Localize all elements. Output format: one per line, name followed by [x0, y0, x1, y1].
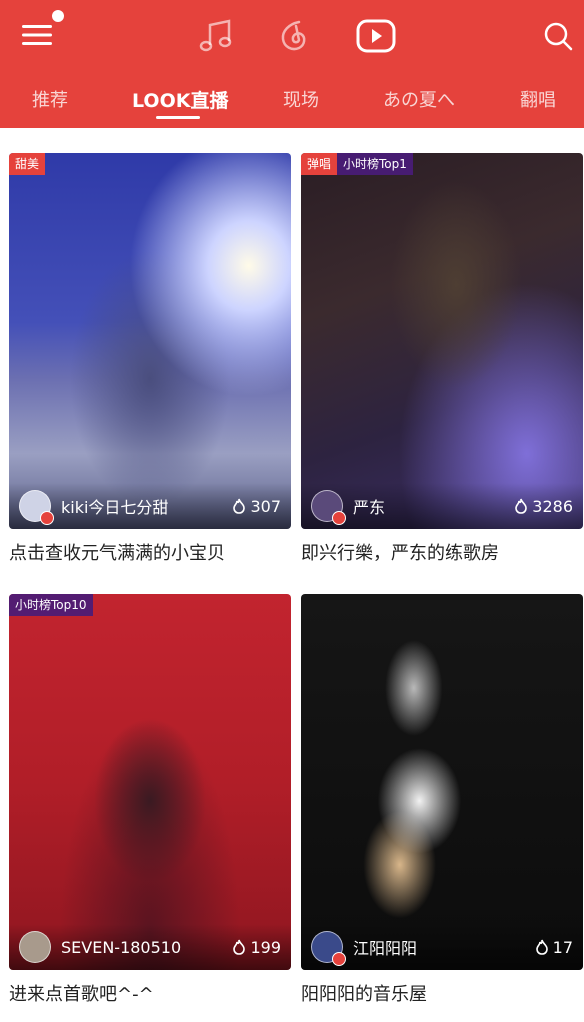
heat-count: 199 [232, 938, 281, 957]
heat-value: 17 [552, 937, 573, 957]
live-room-card[interactable]: 江阳阳阳 17 阳阳阳的音乐屋 [301, 594, 583, 1006]
anchor-name[interactable]: 严东 [353, 494, 514, 518]
notification-dot [52, 10, 64, 22]
top-bar: 推荐 LOOK直播 现场 あの夏へ 翻唱 [0, 0, 584, 128]
search-icon [544, 22, 573, 51]
tab-cover[interactable]: 翻唱 [520, 86, 556, 112]
rank-tag: 小时榜Top1 [337, 153, 413, 175]
live-cover-image[interactable]: 小时榜Top10 SEVEN-180510 199 [9, 594, 291, 970]
category-tag: 弹唱 [301, 153, 338, 175]
music-tab-button[interactable] [194, 14, 238, 58]
video-play-icon [356, 19, 396, 53]
avatar[interactable] [311, 490, 346, 525]
category-tabs: 推荐 LOOK直播 现场 あの夏へ 翻唱 [0, 78, 584, 128]
search-button[interactable] [536, 14, 580, 58]
anchor-name[interactable]: SEVEN-180510 [61, 938, 232, 957]
heat-count: 3286 [514, 497, 573, 516]
card-caption[interactable]: 点击查收元气满满的小宝贝 [9, 539, 291, 565]
tag-row: 弹唱 小时榜Top1 [301, 153, 413, 175]
tab-summer[interactable]: あの夏へ [383, 86, 455, 112]
heat-value: 307 [250, 496, 281, 516]
flame-icon [515, 498, 528, 514]
heat-value: 3286 [532, 496, 573, 516]
anchor-name[interactable]: 江阳阳阳 [353, 935, 535, 959]
music-note-icon [199, 19, 232, 52]
tab-recommend[interactable]: 推荐 [32, 86, 68, 112]
heat-count: 17 [535, 938, 573, 957]
flame-icon [233, 939, 246, 955]
card-info-bar: kiki今日七分甜 307 [9, 483, 291, 529]
card-caption[interactable]: 进来点首歌吧^-^ [9, 980, 291, 1006]
live-badge-icon [332, 952, 346, 966]
live-cover-image[interactable]: 甜美 kiki今日七分甜 307 [9, 153, 291, 529]
live-room-card[interactable]: 小时榜Top10 SEVEN-180510 199 进来点首歌吧^-^ [9, 594, 291, 1006]
active-tab-indicator [156, 116, 200, 119]
card-caption[interactable]: 即兴行樂，严东的练歌房 [301, 539, 583, 565]
avatar[interactable] [311, 931, 346, 966]
live-badge-icon [40, 511, 54, 525]
card-info-bar: SEVEN-180510 199 [9, 924, 291, 970]
live-room-card[interactable]: 甜美 kiki今日七分甜 307 点击查收元气满满的小宝贝 [9, 153, 291, 565]
menu-icon [22, 25, 52, 45]
flame-icon [535, 939, 548, 955]
live-cover-image[interactable]: 江阳阳阳 17 [301, 594, 583, 970]
rank-tag: 小时榜Top10 [9, 594, 93, 616]
radio-tab-button[interactable] [274, 14, 318, 58]
avatar[interactable] [19, 931, 51, 963]
card-info-bar: 江阳阳阳 17 [301, 924, 583, 970]
heat-value: 199 [250, 937, 281, 957]
avatar[interactable] [19, 490, 54, 525]
card-caption[interactable]: 阳阳阳的音乐屋 [301, 980, 583, 1006]
live-cover-image[interactable]: 弹唱 小时榜Top1 严东 3286 [301, 153, 583, 529]
tab-look-live[interactable]: LOOK直播 [132, 86, 228, 113]
category-tag: 甜美 [9, 153, 46, 175]
anchor-name[interactable]: kiki今日七分甜 [61, 494, 232, 518]
live-badge-icon [332, 511, 346, 525]
card-info-bar: 严东 3286 [301, 483, 583, 529]
tag-row: 小时榜Top10 [9, 594, 93, 616]
tag-row: 甜美 [9, 153, 46, 175]
tab-live-scene[interactable]: 现场 [283, 86, 319, 112]
video-tab-button[interactable] [352, 14, 400, 58]
heat-count: 307 [232, 497, 281, 516]
radio-icon [281, 20, 306, 51]
live-room-card[interactable]: 弹唱 小时榜Top1 严东 3286 即兴行樂，严东的练歌房 [301, 153, 583, 565]
flame-icon [233, 498, 246, 514]
